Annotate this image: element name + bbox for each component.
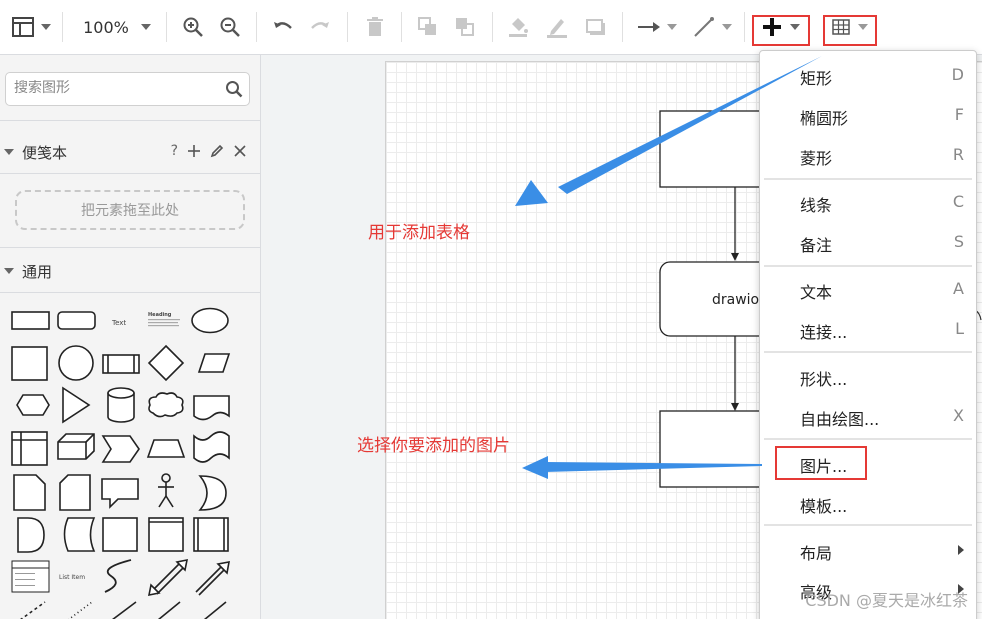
annotation-arrow-shaft xyxy=(545,462,762,472)
annotation-layer xyxy=(515,56,822,479)
annotation-arrow-shaft xyxy=(558,56,822,194)
annotation-arrowhead xyxy=(515,180,548,206)
image-hint-annotation: 选择你要添加的图片 xyxy=(357,436,510,456)
app-window: 100% 搜索图形 便笺本 ? 把元素拖至此处 通用 Text Heading … xyxy=(0,0,982,619)
table-hint-annotation: 用于添加表格 xyxy=(368,223,470,243)
annotation-arrowhead xyxy=(522,456,548,479)
watermark: CSDN @夏天是冰红茶 xyxy=(805,591,968,610)
